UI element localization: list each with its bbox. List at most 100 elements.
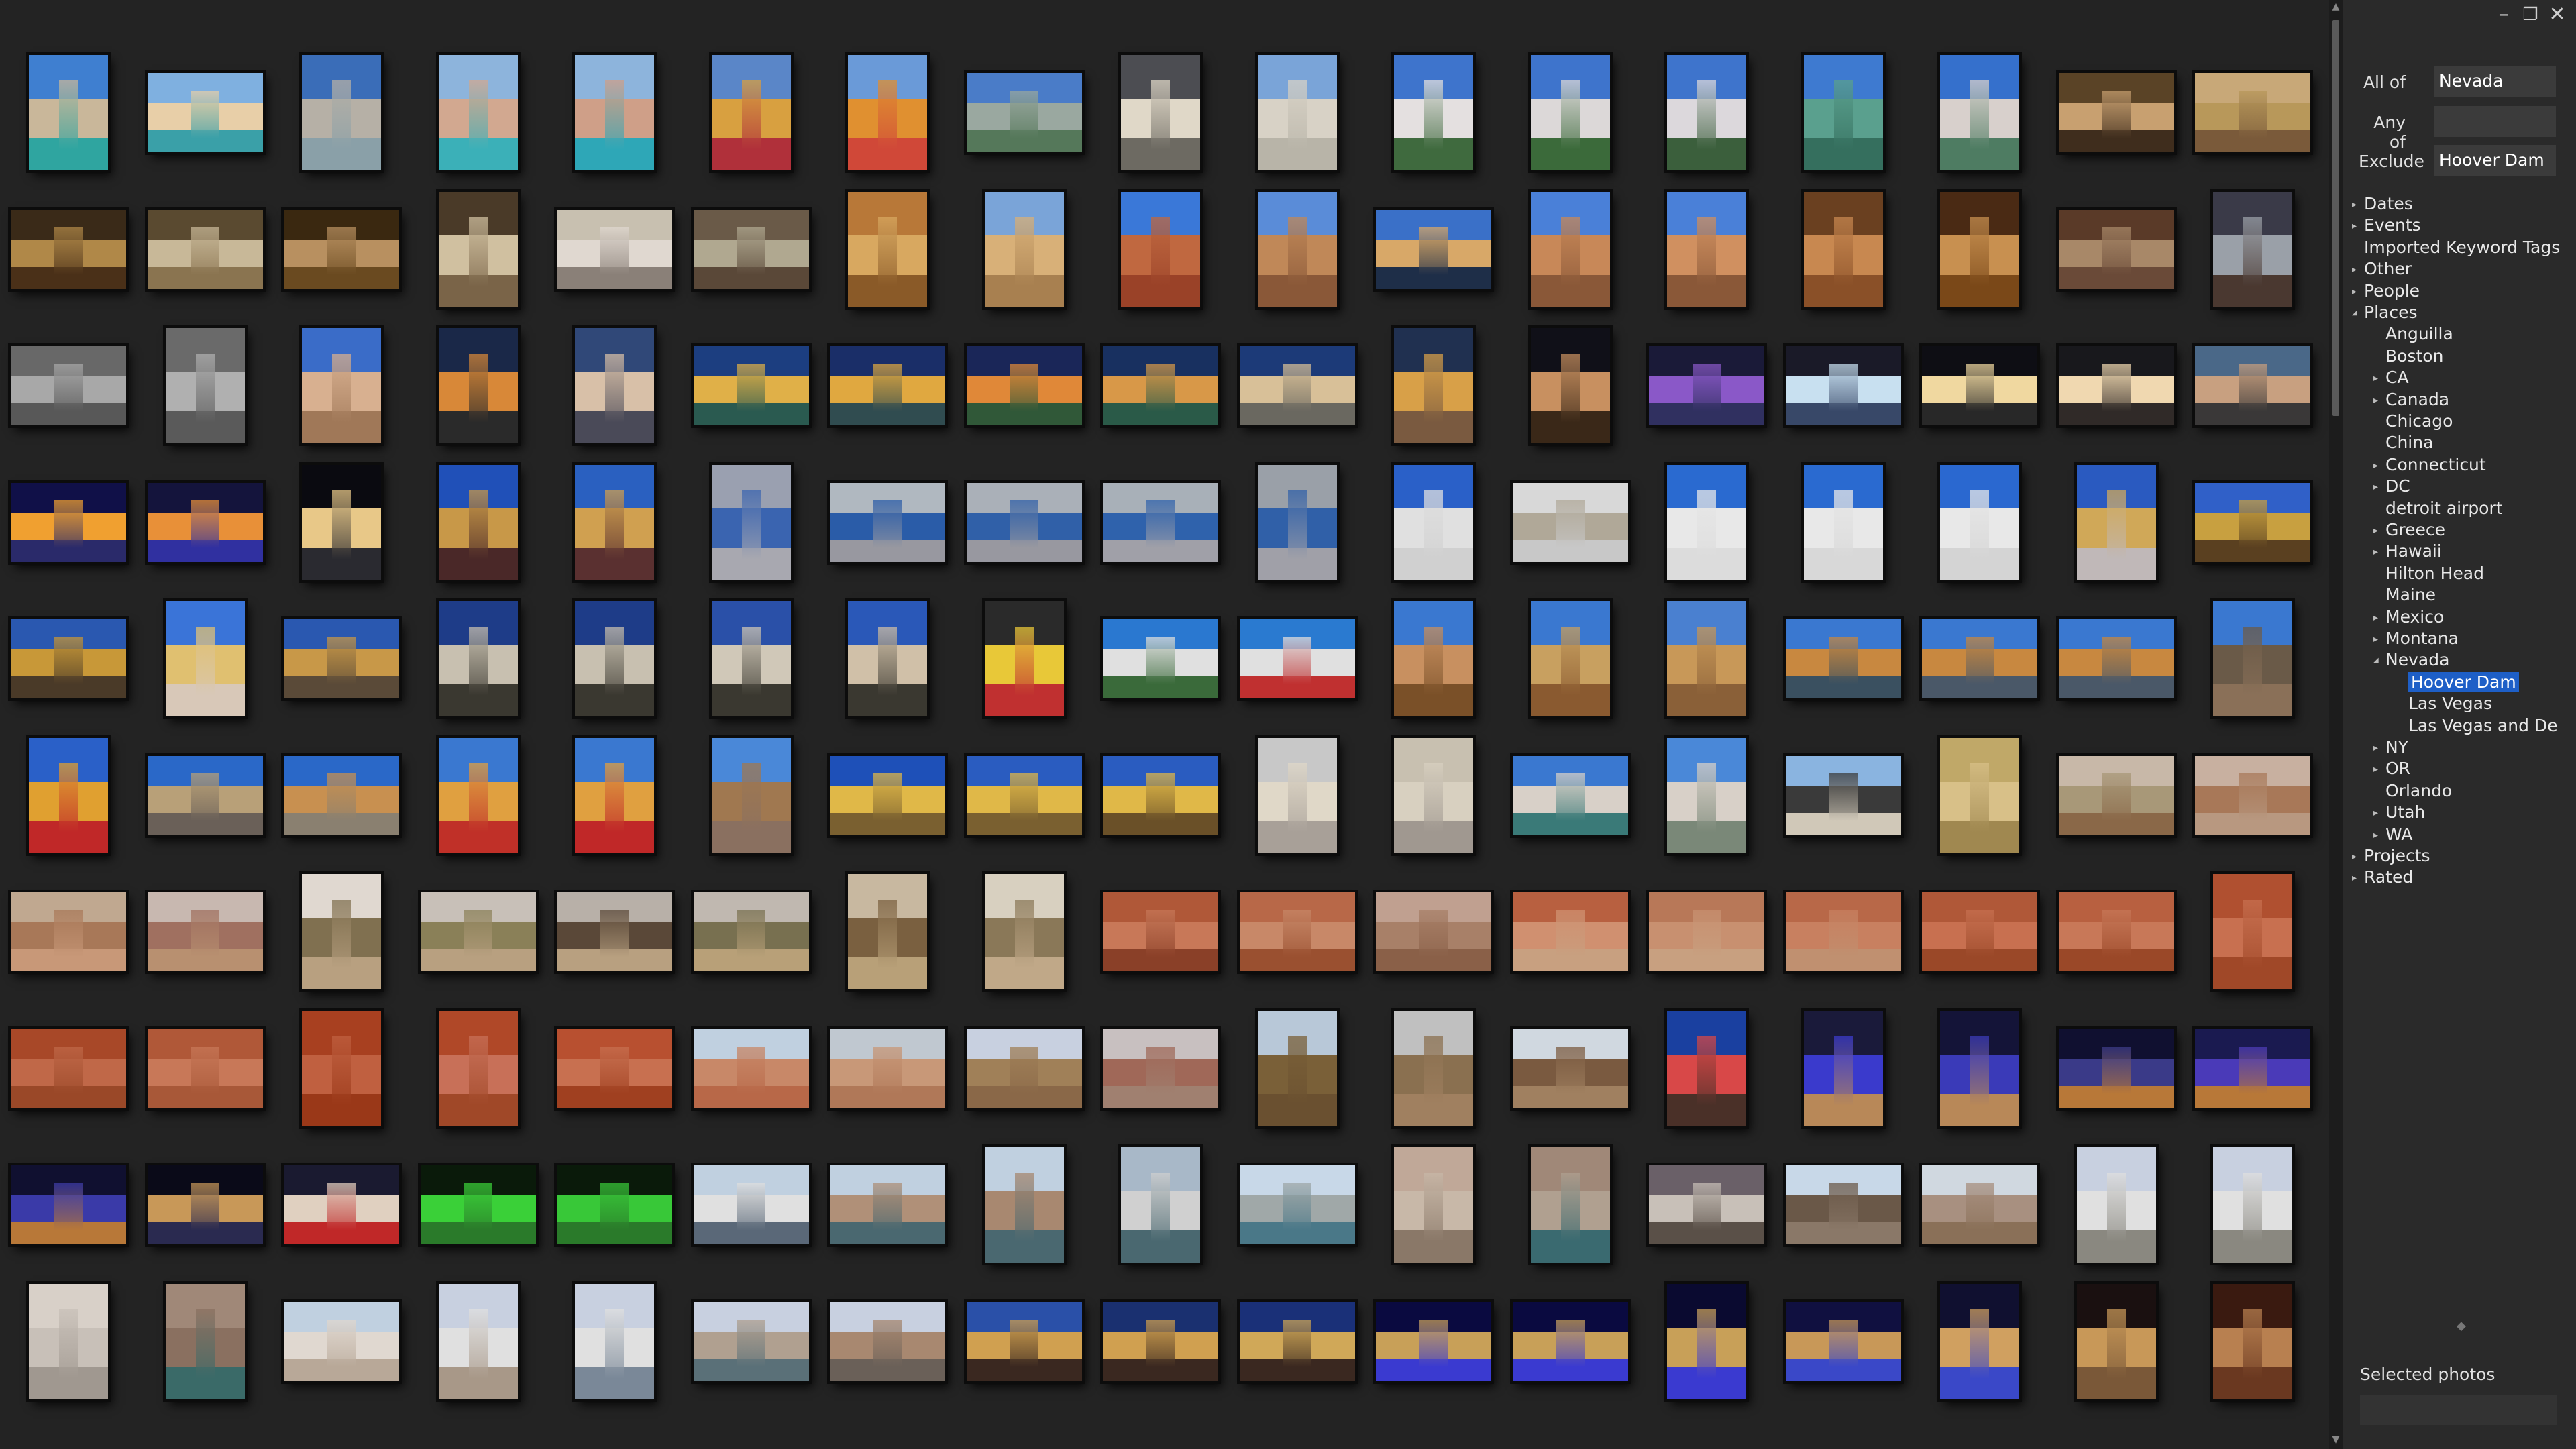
photo-thumbnail[interactable] — [421, 1165, 536, 1244]
photo-thumbnail[interactable] — [1667, 192, 1746, 307]
expand-arrow-icon[interactable]: ▸ — [2373, 368, 2385, 389]
photo-thumbnail[interactable] — [985, 601, 1064, 716]
photo-thumbnail[interactable] — [2077, 1284, 2156, 1399]
filter-exclude-field[interactable]: Hoover Dam — [2434, 145, 2556, 176]
photo-thumbnail[interactable] — [1513, 756, 1628, 835]
photo-thumbnail[interactable] — [1922, 346, 2037, 425]
photo-thumbnail[interactable] — [1531, 55, 1610, 170]
photo-thumbnail[interactable] — [148, 73, 263, 152]
photo-thumbnail[interactable] — [11, 210, 126, 289]
photo-thumbnail[interactable] — [2059, 892, 2174, 971]
photo-thumbnail[interactable] — [2059, 346, 2174, 425]
photo-thumbnail[interactable] — [11, 619, 126, 698]
photo-thumbnail[interactable] — [1786, 756, 1901, 835]
collapse-arrow-icon[interactable]: ◢ — [2352, 303, 2364, 324]
photo-thumbnail[interactable] — [1922, 1165, 2037, 1244]
photo-thumbnail[interactable] — [1786, 1302, 1901, 1381]
photo-thumbnail[interactable] — [1240, 1165, 1355, 1244]
expand-arrow-icon[interactable]: ▸ — [2373, 629, 2385, 650]
photo-thumbnail[interactable] — [148, 210, 263, 289]
tree-item-greece[interactable]: ▸ Greece — [2373, 519, 2445, 541]
photo-thumbnail[interactable] — [1804, 465, 1883, 580]
photo-thumbnail[interactable] — [421, 892, 536, 971]
photo-thumbnail[interactable] — [1649, 1165, 1764, 1244]
photo-thumbnail[interactable] — [985, 1147, 1064, 1263]
expand-arrow-icon[interactable]: ▸ — [2352, 215, 2364, 237]
photo-thumbnail[interactable] — [1258, 738, 1337, 853]
photo-thumbnail[interactable] — [439, 465, 518, 580]
photo-thumbnail[interactable] — [557, 1165, 672, 1244]
scroll-up-icon[interactable]: ▲ — [2329, 1, 2343, 13]
photo-thumbnail[interactable] — [302, 1011, 381, 1126]
photo-thumbnail[interactable] — [830, 346, 945, 425]
photo-thumbnail[interactable] — [148, 756, 263, 835]
photo-thumbnail[interactable] — [439, 328, 518, 443]
photo-thumbnail[interactable] — [1786, 892, 1901, 971]
photo-thumbnail[interactable] — [166, 601, 245, 716]
photo-thumbnail[interactable] — [2059, 756, 2174, 835]
photo-thumbnail[interactable] — [575, 1284, 654, 1399]
photo-thumbnail[interactable] — [712, 465, 791, 580]
photo-thumbnail[interactable] — [1940, 1011, 2019, 1126]
photo-thumbnail[interactable] — [967, 1302, 1082, 1381]
collapse-arrow-icon[interactable]: ◢ — [2373, 650, 2385, 672]
photo-thumbnail[interactable] — [302, 328, 381, 443]
photo-thumbnail[interactable] — [1940, 1284, 2019, 1399]
photo-thumbnail[interactable] — [1376, 892, 1491, 971]
photo-thumbnail[interactable] — [1121, 1147, 1200, 1263]
photo-thumbnail[interactable] — [284, 619, 399, 698]
photo-thumbnail[interactable] — [2213, 601, 2292, 716]
scrollbar-thumb[interactable] — [2332, 20, 2339, 416]
tree-item-other[interactable]: ▸ Other — [2352, 258, 2412, 280]
photo-thumbnail[interactable] — [557, 892, 672, 971]
photo-thumbnail[interactable] — [1376, 1302, 1491, 1381]
tree-item-detroit-airport[interactable]: detroit airport — [2373, 498, 2503, 519]
expand-arrow-icon[interactable]: ▸ — [2373, 759, 2385, 780]
photo-thumbnail[interactable] — [848, 874, 927, 989]
photo-thumbnail[interactable] — [1394, 1147, 1473, 1263]
tree-item-utah[interactable]: ▸ Utah — [2373, 802, 2425, 823]
photo-thumbnail[interactable] — [1649, 346, 1764, 425]
photo-thumbnail[interactable] — [848, 55, 927, 170]
selected-photos-area[interactable] — [2360, 1395, 2557, 1425]
photo-thumbnail[interactable] — [985, 874, 1064, 989]
expand-arrow-icon[interactable]: ▸ — [2373, 541, 2385, 563]
photo-thumbnail[interactable] — [2213, 1147, 2292, 1263]
photo-thumbnail[interactable] — [1258, 192, 1337, 307]
tree-item-events[interactable]: ▸ Events — [2352, 215, 2421, 236]
photo-thumbnail[interactable] — [2077, 465, 2156, 580]
photo-thumbnail[interactable] — [830, 1302, 945, 1381]
photo-thumbnail[interactable] — [1786, 346, 1901, 425]
tree-item-wa[interactable]: ▸ WA — [2373, 824, 2412, 845]
filter-all-of-field[interactable]: Nevada — [2434, 66, 2556, 97]
photo-thumbnail[interactable] — [11, 1029, 126, 1108]
tree-item-places[interactable]: ◢ Places — [2352, 302, 2418, 323]
photo-thumbnail[interactable] — [1649, 892, 1764, 971]
photo-thumbnail[interactable] — [1258, 55, 1337, 170]
photo-thumbnail[interactable] — [1394, 55, 1473, 170]
tree-item-maine[interactable]: Maine — [2373, 584, 2436, 606]
photo-thumbnail[interactable] — [2077, 1147, 2156, 1263]
tree-item-boston[interactable]: Boston — [2373, 345, 2443, 367]
photo-thumbnail[interactable] — [1786, 1165, 1901, 1244]
photo-thumbnail[interactable] — [1940, 465, 2019, 580]
tree-item-las-vegas-and-de[interactable]: Las Vegas and De — [2396, 715, 2558, 737]
photo-thumbnail[interactable] — [712, 55, 791, 170]
tree-item-canada[interactable]: ▸ Canada — [2373, 389, 2449, 411]
photo-thumbnail[interactable] — [1804, 192, 1883, 307]
photo-thumbnail[interactable] — [1940, 738, 2019, 853]
photo-thumbnail[interactable] — [557, 1029, 672, 1108]
photo-thumbnail[interactable] — [967, 756, 1082, 835]
tree-item-las-vegas[interactable]: Las Vegas — [2396, 693, 2492, 714]
scroll-down-icon[interactable]: ▼ — [2329, 1434, 2343, 1446]
photo-thumbnail[interactable] — [985, 192, 1064, 307]
photo-thumbnail[interactable] — [1922, 619, 2037, 698]
photo-thumbnail[interactable] — [1531, 601, 1610, 716]
tree-item-montana[interactable]: ▸ Montana — [2373, 628, 2459, 649]
tree-item-ca[interactable]: ▸ CA — [2373, 367, 2409, 388]
photo-thumbnail[interactable] — [1667, 1284, 1746, 1399]
photo-thumbnail[interactable] — [284, 210, 399, 289]
tree-item-imported-keyword-tags[interactable]: Imported Keyword Tags — [2352, 237, 2560, 258]
photo-thumbnail[interactable] — [830, 756, 945, 835]
photo-thumbnail[interactable] — [2059, 73, 2174, 152]
